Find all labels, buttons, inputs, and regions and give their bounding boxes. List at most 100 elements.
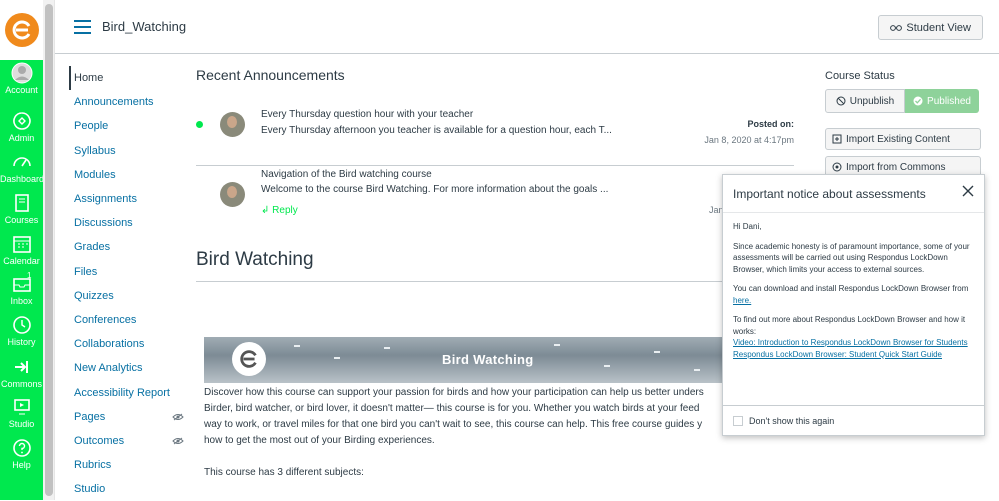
download-link[interactable]: here. [733,296,751,305]
published-button[interactable]: Published [905,89,979,113]
more-info-text: To find out more about Respondus LockDow… [733,315,966,336]
global-nav-label: Dashboard [0,174,45,184]
commons-icon [832,162,842,172]
course-nav-new-analytics[interactable]: New Analytics [69,356,184,380]
course-nav-label: Pages [74,410,106,423]
student-view-button[interactable]: Student View [878,15,983,40]
announcement-item[interactable]: Every Thursday question hour with your t… [196,98,794,166]
reply-link[interactable]: ↲ Reply [261,205,298,216]
course-nav-label: Modules [74,168,116,181]
course-nav-label: Conferences [74,313,137,326]
import-existing-button[interactable]: Import Existing Content [825,128,981,150]
announcement-excerpt: Welcome to the course Bird Watching. For… [261,184,609,195]
quick-start-link[interactable]: Respondus LockDown Browser: Student Quic… [733,350,942,359]
global-nav-commons[interactable]: Commons [0,356,43,389]
course-nav-grades[interactable]: Grades [69,235,184,259]
announcement-title[interactable]: Every Thursday question hour with your t… [261,109,473,120]
course-nav-outcomes[interactable]: Outcomes [69,429,184,453]
institution-logo[interactable] [0,0,43,60]
announcement-excerpt: Every Thursday afternoon you teacher is … [261,125,612,136]
commons-icon [14,361,28,373]
published-label: Published [927,95,971,107]
announcement-title[interactable]: Navigation of the Bird watching course [261,169,432,180]
course-nav-label: Outcomes [74,434,125,447]
course-nav-assignments[interactable]: Assignments [69,187,184,211]
dont-show-checkbox[interactable] [733,415,743,426]
course-nav-label: Grades [74,241,111,254]
download-text: You can download and install Respondus L… [733,284,969,293]
assessment-notice-dialog: Important notice about assessments Hi Da… [722,174,985,436]
course-description: Discover how this course can support you… [204,385,724,449]
unpublish-button[interactable]: Unpublish [825,89,905,113]
course-nav-announcements[interactable]: Announcements [69,90,184,114]
recent-announcements-heading: Recent Announcements [196,67,345,83]
global-nav-label: History [7,337,36,347]
course-header: Bird_Watching Student View [55,0,999,54]
banner-logo-icon [232,342,266,376]
dont-show-label[interactable]: Don't show this again [749,416,834,426]
course-nav-conferences[interactable]: Conferences [69,308,184,332]
close-icon[interactable] [960,183,976,199]
course-nav-label: Accessibility Report [74,386,170,399]
course-nav-pages[interactable]: Pages [69,405,184,429]
course-nav-people[interactable]: People [69,114,184,138]
course-nav-collaborations[interactable]: Collaborations [69,332,184,356]
import-existing-label: Import Existing Content [846,133,950,145]
global-nav-calendar[interactable]: Calendar [0,233,43,266]
publish-toggle: Unpublish Published [825,89,979,113]
announcement-item[interactable]: Navigation of the Bird watching course W… [196,160,731,230]
account-icon [11,62,32,84]
course-nav-syllabus[interactable]: Syllabus [69,139,184,163]
avatar [220,112,245,137]
course-nav-discussions[interactable]: Discussions [69,211,184,235]
student-view-label: Student View [906,21,971,34]
course-nav-label: Assignments [74,193,137,206]
main-content: Recent Announcements [196,60,794,83]
studio-icon [13,399,30,415]
dialog-body: Hi Dani, Since academic honesty is of pa… [723,213,984,360]
course-nav-rubrics[interactable]: Rubrics [69,453,184,477]
description-line: way to work, or travel miles for that on… [204,419,703,430]
video-intro-link[interactable]: Video: Introduction to Respondus LockDow… [733,338,968,347]
course-nav-files[interactable]: Files [69,260,184,284]
divider [196,281,794,282]
calendar-icon [12,236,31,253]
global-nav-courses[interactable]: Courses [0,192,43,225]
scrollbar-thumb[interactable] [45,4,53,496]
breadcrumb-course[interactable]: Bird_Watching [102,19,186,34]
reply-icon: ↲ [261,205,270,216]
global-nav-inbox[interactable]: 1 Inbox [0,271,43,306]
global-nav: Account Admin Dashboard Courses Calendar 1 Inb… [0,0,45,500]
course-nav-modules[interactable]: Modules [69,163,184,187]
description-line: Birder, bird watcher, or bird lover, it … [204,403,700,414]
global-nav-label: Commons [0,379,42,389]
course-nav-quizzes[interactable]: Quizzes [69,284,184,308]
admin-icon [12,112,31,130]
unpublish-label: Unpublish [849,95,895,107]
global-nav-account[interactable]: Account [0,62,43,95]
import-commons-label: Import from Commons [846,161,946,173]
course-nav-label: Home [74,72,104,85]
left-scrollbar[interactable] [43,0,55,500]
course-nav-accessibility-report[interactable]: Accessibility Report [69,380,184,404]
course-nav-studio[interactable]: Studio [69,477,184,501]
history-icon [12,316,31,334]
global-nav-studio[interactable]: Studio [0,396,43,429]
reply-label: Reply [272,205,298,216]
course-nav-label: New Analytics [74,362,143,375]
global-nav-admin[interactable]: Admin [0,110,43,143]
course-nav-label: Discussions [74,217,133,230]
global-nav-help[interactable]: Help [0,437,43,470]
course-nav-home[interactable]: Home [69,66,184,91]
course-nav-label: Announcements [74,96,154,109]
hidden-eye-icon [172,437,184,445]
logo-icon [4,13,39,47]
global-nav-history[interactable]: History [0,314,43,347]
course-nav-label: Quizzes [74,289,114,302]
course-nav: Home Announcements People Syllabus Modules As… [69,66,184,501]
course-nav-label: Syllabus [74,144,116,157]
dialog-paragraph: Since academic honesty is of paramount i… [733,241,970,274]
posted-label: Posted on: [747,119,795,129]
global-nav-dashboard[interactable]: Dashboard [0,151,45,184]
hamburger-menu-icon[interactable] [74,20,91,34]
